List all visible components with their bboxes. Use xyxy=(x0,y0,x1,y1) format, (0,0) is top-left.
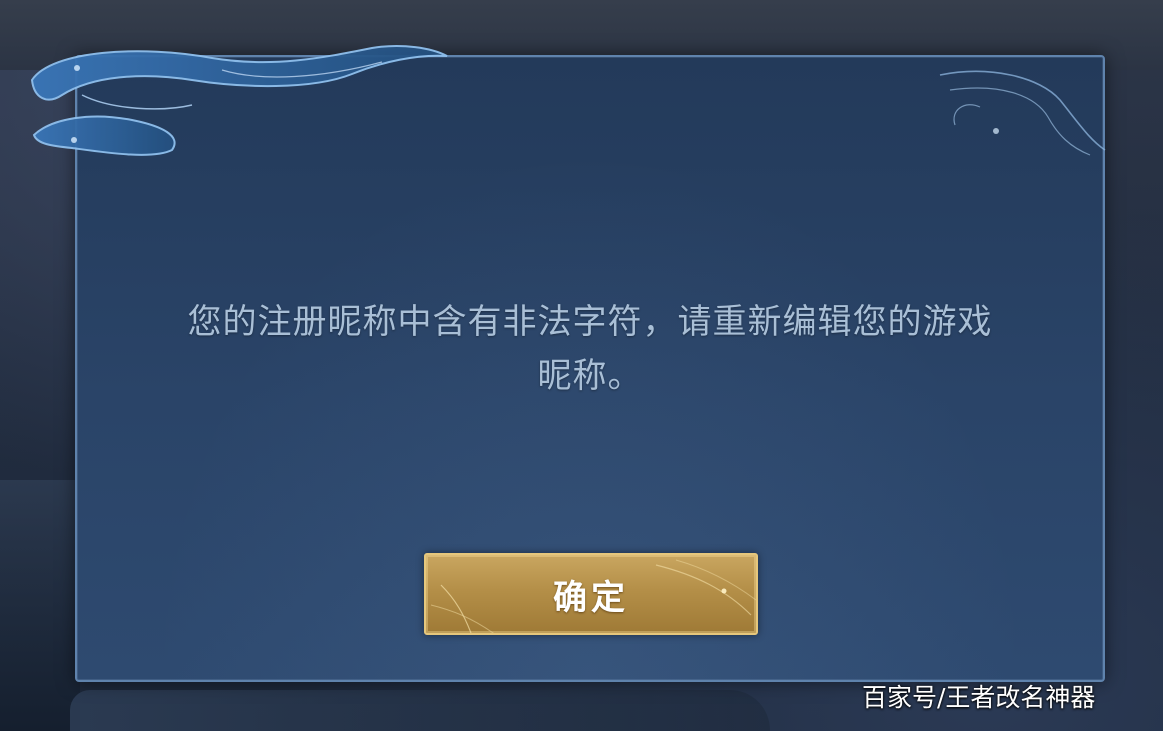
background-left-shape xyxy=(0,480,80,731)
error-message-line-1: 您的注册昵称中含有非法字符，请重新编辑您的游戏 xyxy=(187,302,993,342)
source-watermark: 百家号/王者改名神器 xyxy=(862,683,1096,712)
error-message-line-2: 昵称。 xyxy=(537,356,643,396)
game-screen: 您的注册昵称中含有非法字符，请重新编辑您的游戏 昵称。 确定 百家号/王者改名神… xyxy=(0,0,1163,731)
background-bottom-shape xyxy=(70,690,770,731)
confirm-button-label: 确定 xyxy=(553,577,629,618)
confirm-button[interactable]: 确定 xyxy=(424,553,758,635)
error-message: 您的注册昵称中含有非法字符，请重新编辑您的游戏 昵称。 xyxy=(100,295,1080,403)
